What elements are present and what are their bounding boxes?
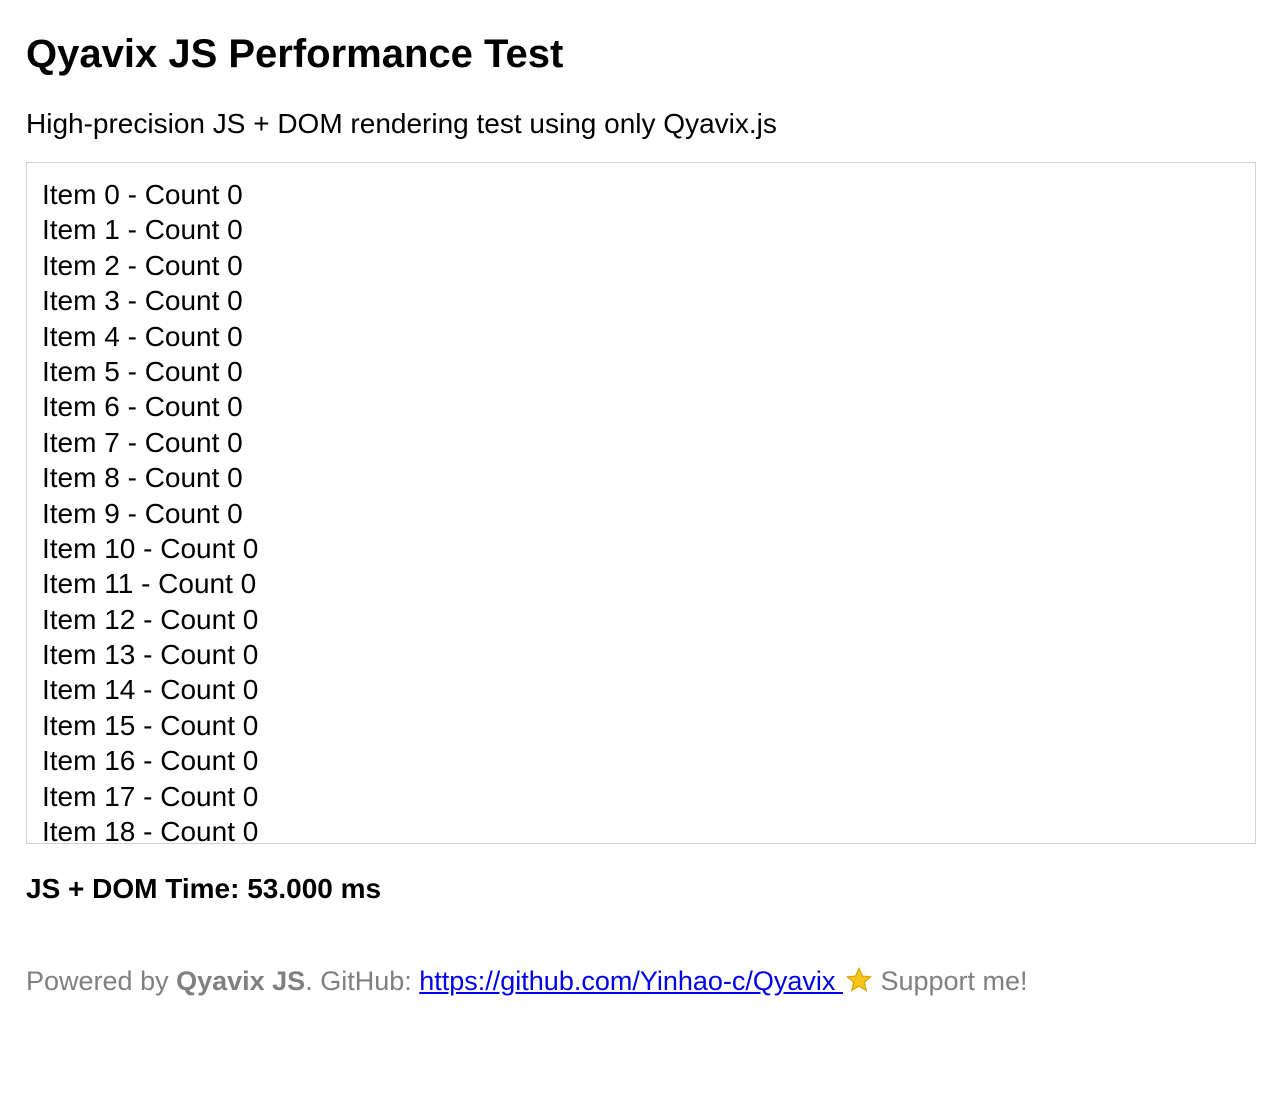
list-item: Item 6 - Count 0 xyxy=(42,391,243,423)
footer-powered-prefix: Powered by xyxy=(26,966,177,996)
list-item: Item 8 - Count 0 xyxy=(42,462,243,494)
list-item: Item 4 - Count 0 xyxy=(42,320,243,352)
list-item: Item 13 - Count 0 xyxy=(42,639,259,671)
list-item: Item 2 - Count 0 xyxy=(42,249,243,281)
list-item: Item 15 - Count 0 xyxy=(42,709,259,741)
list-item: Item 0 - Count 0 xyxy=(42,179,243,210)
list-item: Item 1 - Count 0 xyxy=(42,214,243,246)
star-icon xyxy=(845,966,873,994)
footer: Powered by Qyavix JS. GitHub: https://gi… xyxy=(26,963,1028,999)
footer-support-text: Support me! xyxy=(872,966,1028,996)
footer-brand: Qyavix JS xyxy=(176,966,306,996)
page-title: Qyavix JS Performance Test xyxy=(26,32,564,76)
list-item: Item 10 - Count 0 xyxy=(42,532,259,564)
list-item: Item 11 - Count 0 xyxy=(42,568,257,600)
list-item: Item 7 - Count 0 xyxy=(42,426,243,458)
footer-github-prefix: . GitHub: xyxy=(305,966,420,996)
list-item: Item 17 - Count 0 xyxy=(42,780,259,812)
github-link[interactable]: https://github.com/Yinhao-c/Qyavix xyxy=(419,966,843,996)
timing-result: JS + DOM Time: 53.000 ms xyxy=(26,873,382,904)
list-item: Item 18 - Count 0 xyxy=(42,816,259,844)
items-list: Item 0 - Count 0 Item 1 - Count 0 Item 2 -… xyxy=(27,163,1255,844)
list-item: Item 5 - Count 0 xyxy=(42,355,243,387)
list-item: Item 3 - Count 0 xyxy=(42,285,243,317)
list-item: Item 9 - Count 0 xyxy=(42,497,243,529)
page-subtitle: High-precision JS + DOM rendering test u… xyxy=(26,108,777,139)
items-list-container[interactable]: Item 0 - Count 0 Item 1 - Count 0 Item 2 -… xyxy=(26,162,1256,844)
list-item: Item 12 - Count 0 xyxy=(42,603,259,635)
list-item: Item 14 - Count 0 xyxy=(42,674,259,706)
list-item: Item 16 - Count 0 xyxy=(42,745,259,777)
